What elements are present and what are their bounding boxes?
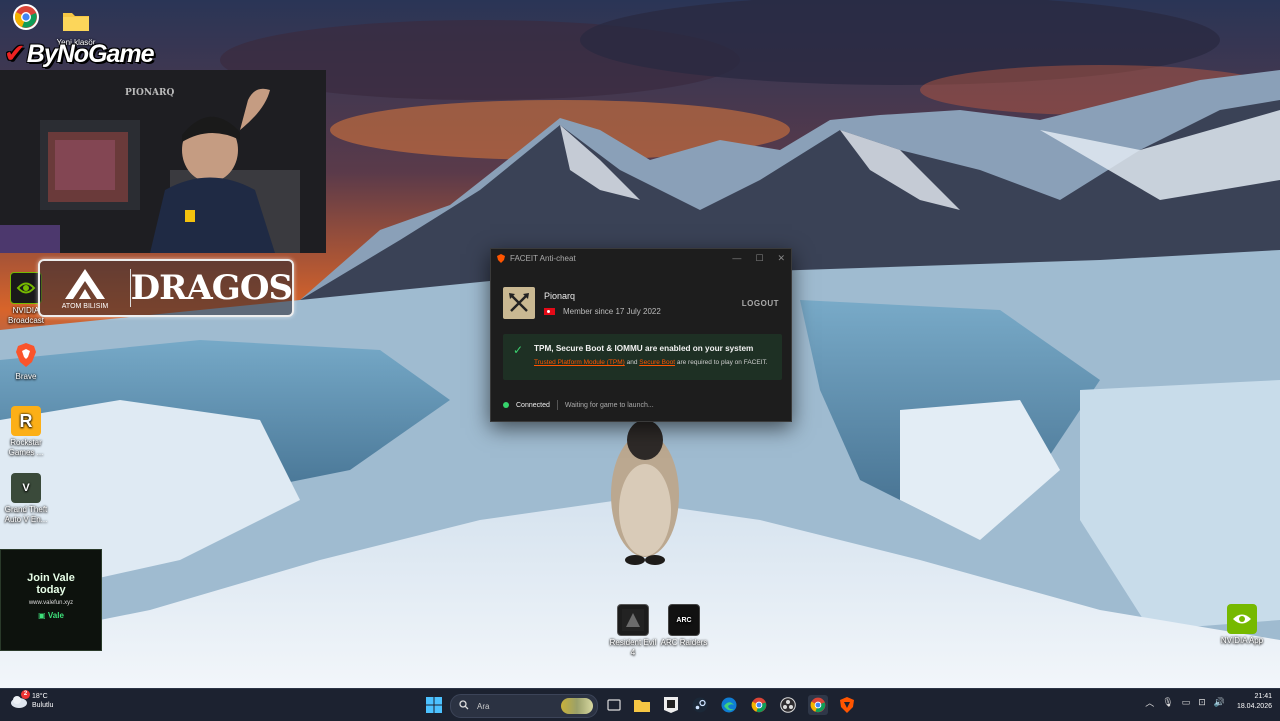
desktop-icon-nvidia-app[interactable]: NVIDIA App	[1216, 604, 1268, 646]
secure-boot-link[interactable]: Secure Boot	[639, 359, 675, 366]
search-placeholder: Ara	[477, 701, 490, 711]
weather-temp: 18°C	[32, 693, 48, 700]
user-profile: Pionarq Member since 17 July 2022 LOGOUT	[491, 287, 791, 319]
cloud-icon: 2	[10, 690, 30, 710]
rockstar-icon: R	[11, 406, 41, 436]
waiting-status: Waiting for game to launch...	[564, 401, 654, 409]
arc-raiders-icon: ARC	[668, 604, 700, 636]
edge-icon[interactable]	[719, 695, 739, 715]
crossed-axes-icon	[509, 293, 529, 312]
brand-logo: ✔ByNoGame	[4, 38, 155, 69]
connection-status: Connected	[516, 401, 550, 409]
desktop-icon-resident-evil[interactable]: Resident Evil 4	[607, 604, 659, 658]
checkmark-icon: ✓	[513, 343, 524, 357]
display-icon[interactable]: ▭	[1182, 697, 1191, 708]
logout-button[interactable]: LOGOUT	[742, 299, 779, 308]
resident-evil-icon	[617, 604, 649, 636]
task-view-icon[interactable]	[604, 695, 624, 715]
gta-icon: V	[11, 473, 41, 503]
system-tray: ︿ 🎙 ▭ ⊡ 🔊 21:41 18.04.2026	[1141, 692, 1272, 712]
maximize-icon[interactable]: ☐	[755, 253, 763, 264]
webcam-feed: PIONARQ	[0, 70, 326, 253]
brand-mark-icon: ✔	[4, 38, 26, 68]
sponsor-dragos: DRAGOS	[130, 268, 293, 308]
status-and: and	[626, 359, 638, 366]
desktop-icon-label: Grand Theft Auto V En...	[4, 505, 48, 524]
brave-icon	[11, 340, 41, 370]
chrome-icon	[13, 4, 39, 30]
footer-divider	[556, 400, 558, 410]
desktop-icon-arc-raiders[interactable]: ARC ARC Raiders	[658, 604, 710, 648]
ad-headline-line-1: Join Vale	[27, 572, 75, 584]
desktop-icon-label: Brave	[15, 372, 37, 381]
clock-date: 18.04.2026	[1236, 703, 1272, 710]
desktop-icon-label: ARC Raiders	[660, 638, 708, 647]
webcam-sign: PIONARQ	[125, 88, 175, 98]
window-title: FACEIT Anti-cheat	[510, 253, 576, 263]
faceit-icon[interactable]	[837, 695, 857, 715]
desktop-icon-rockstar[interactable]: R Rockstar Games ...	[0, 406, 52, 458]
microphone-icon[interactable]: 🎙	[1162, 697, 1173, 708]
clock[interactable]: 21:41 18.04.2026	[1237, 692, 1272, 712]
sponsor-banner: ATOM BILISIM DRAGOS	[38, 259, 294, 317]
obs-icon[interactable]	[778, 695, 798, 715]
status-title: TPM, Secure Boot & IOMMU are enabled on …	[534, 344, 754, 353]
faceit-anticheat-window: FACEIT Anti-cheat — ☐ ✕ Pionarq Member s…	[490, 248, 792, 422]
weather-badge: 2	[21, 690, 30, 699]
steam-icon[interactable]	[690, 695, 710, 715]
status-dot-icon	[503, 402, 509, 408]
member-since: Member since 17 July 2022	[544, 307, 661, 316]
taskbar-search[interactable]: Ara	[450, 694, 598, 718]
volume-icon[interactable]: 🔊	[1214, 697, 1225, 708]
avatar	[503, 287, 535, 319]
start-icon[interactable]	[424, 695, 444, 715]
search-highlight-icon	[561, 698, 593, 714]
taskbar: 2 18°C Bulutlu Ara ︿ 🎙 ▭ ⊡ 🔊 21:41 18.04…	[0, 688, 1280, 721]
sponsor-atom: ATOM BILISIM	[40, 261, 130, 315]
sponsor-atom-label: ATOM BILISIM	[61, 302, 109, 310]
chrome-icon[interactable]	[749, 695, 769, 715]
window-titlebar: FACEIT Anti-cheat — ☐ ✕	[491, 249, 791, 267]
desktop-icon-label: NVIDIA App	[1220, 636, 1264, 645]
faceit-shield-icon	[497, 253, 505, 263]
status-description: Trusted Platform Module (TPM) and Secure…	[534, 358, 774, 367]
connection-footer: Connected Waiting for game to launch...	[503, 400, 654, 410]
desktop-icon-label: Resident Evil 4	[609, 638, 657, 657]
status-tail: are required to play on FACEIT.	[676, 359, 768, 366]
vale-icon: ▣	[38, 611, 48, 620]
username: Pionarq	[544, 290, 576, 301]
security-status-box: ✓ TPM, Secure Boot & IOMMU are enabled o…	[503, 334, 782, 380]
desktop-icon-chrome[interactable]	[0, 4, 52, 32]
ad-headline: Join Vale today	[1, 572, 101, 596]
close-icon[interactable]: ✕	[777, 253, 785, 264]
ad-button: ▣ Vale	[1, 611, 101, 620]
clock-time: 21:41	[1254, 693, 1272, 700]
network-icon[interactable]: ⊡	[1198, 697, 1206, 708]
ad-url: www.valefun.xyz	[28, 600, 74, 606]
turkey-flag-icon	[544, 307, 555, 315]
desktop-icon-label: Rockstar Games ...	[8, 438, 44, 457]
ad-button-label: Vale	[47, 611, 64, 620]
folder-icon	[61, 6, 91, 36]
vale-ad: Join Vale today www.valefun.xyz ▣ Vale	[0, 549, 102, 651]
tray-overflow-icon[interactable]: ︿	[1145, 696, 1154, 709]
desktop-icon-brave[interactable]: Brave	[0, 340, 52, 382]
epic-games-icon[interactable]	[661, 695, 681, 715]
desktop-icon-gta[interactable]: V Grand Theft Auto V En...	[0, 473, 52, 525]
file-explorer-icon[interactable]	[632, 695, 652, 715]
minimize-icon[interactable]: —	[732, 253, 741, 264]
chrome-active-icon[interactable]	[808, 695, 828, 715]
brand-name: ByNoGame	[26, 40, 155, 68]
search-icon	[459, 700, 469, 712]
atom-logo-icon	[64, 268, 105, 299]
weather-widget[interactable]: 2 18°C Bulutlu	[10, 690, 54, 710]
ad-headline-line-2: today	[36, 584, 66, 596]
weather-desc: Bulutlu	[32, 702, 54, 709]
tpm-link[interactable]: Trusted Platform Module (TPM)	[534, 359, 625, 366]
member-since-text: Member since 17 July 2022	[563, 306, 661, 316]
nvidia-app-icon	[1227, 604, 1257, 634]
